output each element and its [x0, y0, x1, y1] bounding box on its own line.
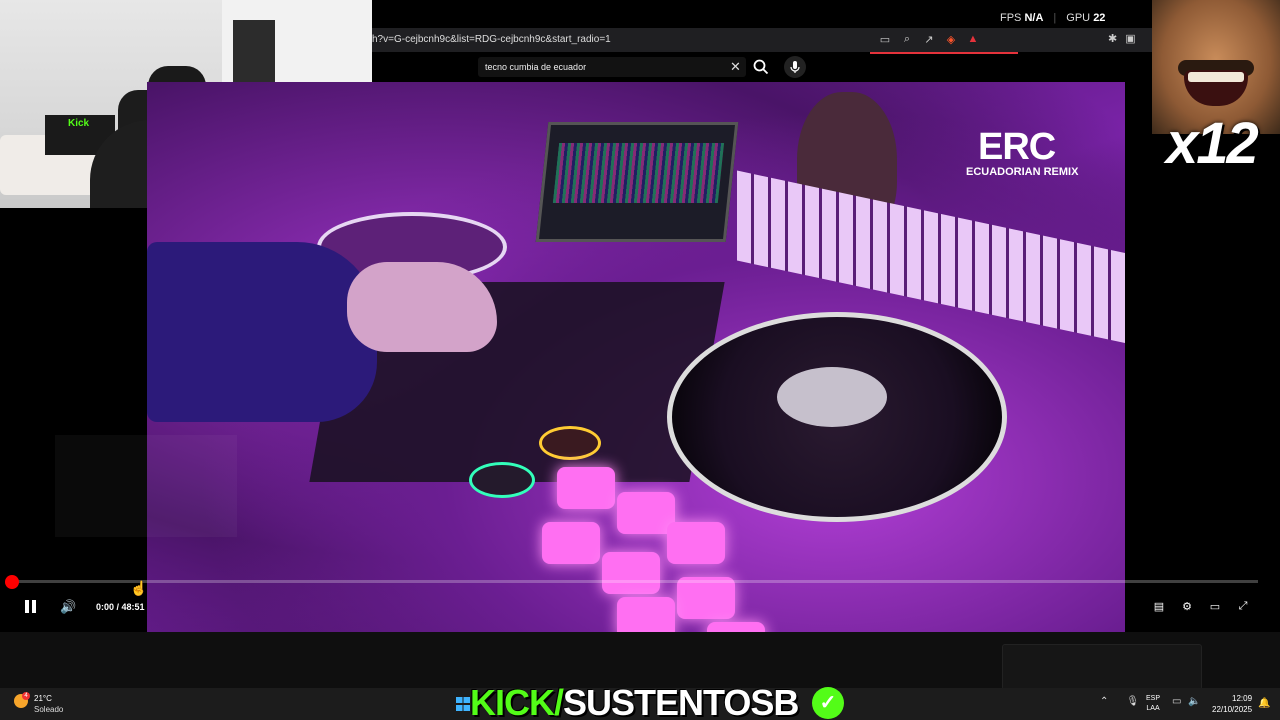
time-display: 0:00 / 48:51 [96, 602, 145, 612]
microphone-icon[interactable] [784, 56, 806, 78]
shirt-logo-text: Kick [68, 118, 90, 129]
video-progress-bar[interactable] [12, 580, 1258, 583]
kick-channel-banner: KICK/SUSTENTOSB [470, 682, 799, 720]
tray-mic-icon[interactable]: 🎙 [1126, 696, 1139, 707]
channel-logo: ERC [978, 126, 1056, 168]
network-icon[interactable]: ▭ [1172, 696, 1181, 707]
cast-icon[interactable]: ▭ [878, 32, 892, 46]
sidebar-icon[interactable]: ▣ [1125, 32, 1135, 45]
weather-temperature: 21°C [34, 694, 52, 703]
fullscreen-icon[interactable]: ⤢ [1236, 599, 1250, 613]
dj-hand [347, 262, 497, 352]
language-code: ESP [1146, 695, 1161, 702]
performance-pad [707, 622, 765, 632]
brave-rewards-icon[interactable]: ▲ [966, 32, 980, 46]
performance-pad [602, 552, 660, 594]
performance-stats: FPS N/A | GPU 22 [1000, 12, 1106, 24]
gpu-value: 22 [1093, 12, 1106, 24]
performance-pad [542, 522, 600, 564]
progress-scrubber[interactable] [5, 575, 19, 589]
kick-channel-name: SUSTENTOSB [563, 682, 799, 720]
browser-action-icons: ▭ ⌕ ↗ ◈ ▲ [878, 32, 980, 46]
url-text[interactable]: h?v=G-cejbcnh9c&list=RDG-cejbcnh9c&start… [372, 34, 611, 45]
gpu-label: GPU [1066, 12, 1091, 24]
green-button [469, 462, 535, 498]
browser-right-icons: ✱ ▣ [1108, 32, 1136, 45]
loading-progress-bar [870, 52, 1018, 54]
subtitles-icon[interactable]: ▤ [1152, 599, 1166, 613]
performance-pad [677, 577, 735, 619]
dj-laptop [535, 122, 739, 242]
player-right-controls: ▤ ⚙ ▭ ⤢ [1152, 599, 1250, 613]
performance-pad [617, 597, 675, 632]
dj-arm [147, 242, 377, 422]
mouse-cursor-icon: ☝ [130, 580, 148, 596]
search-query[interactable]: tecno cumbia de ecuador [485, 62, 586, 72]
yellow-button [539, 426, 601, 460]
windows-start-icon[interactable] [456, 697, 470, 711]
weather-description: Soleado [34, 705, 64, 714]
side-panel-box [1002, 644, 1202, 690]
brave-shield-icon[interactable]: ◈ [944, 32, 958, 46]
system-clock[interactable]: 12:09 22/10/2025 [1212, 693, 1252, 715]
zoom-icon[interactable]: ⌕ [900, 32, 914, 46]
volume-icon[interactable]: 🔊 [60, 599, 76, 615]
theater-mode-icon[interactable]: ▭ [1208, 599, 1222, 613]
clock-date: 22/10/2025 [1212, 705, 1253, 714]
extensions-icon[interactable]: ✱ [1108, 32, 1117, 45]
channel-subtitle: ECUADORIAN REMIX [966, 166, 1079, 178]
performance-pad [667, 522, 725, 564]
share-icon[interactable]: ↗ [922, 32, 936, 46]
faded-panel [55, 435, 237, 537]
search-icon[interactable] [752, 58, 770, 76]
language-indicator[interactable]: ESP LAA [1146, 694, 1160, 714]
performance-pad [557, 467, 615, 509]
weather-badge: 4 [22, 692, 30, 700]
jog-wheel-display [777, 367, 887, 427]
verified-check-icon: ✓ [812, 687, 844, 719]
settings-icon[interactable]: ⚙ [1180, 599, 1194, 613]
pause-button[interactable] [22, 598, 38, 616]
notification-icon[interactable]: 🔔 [1258, 698, 1270, 709]
keyboard-layout: LAA [1146, 705, 1160, 712]
kick-prefix: KICK/ [470, 682, 564, 720]
fps-value: N/A [1024, 12, 1044, 24]
clock-time: 12:09 [1232, 694, 1253, 703]
clear-search-icon[interactable]: ✕ [730, 59, 741, 75]
fps-label: FPS [1000, 12, 1022, 24]
system-tray: ⌃ 🎙 [1100, 696, 1139, 707]
meme-multiplier: x12 [1166, 111, 1259, 176]
volume-tray-icon[interactable]: 🔈 [1188, 696, 1200, 707]
tray-chevron-icon[interactable]: ⌃ [1100, 696, 1108, 707]
